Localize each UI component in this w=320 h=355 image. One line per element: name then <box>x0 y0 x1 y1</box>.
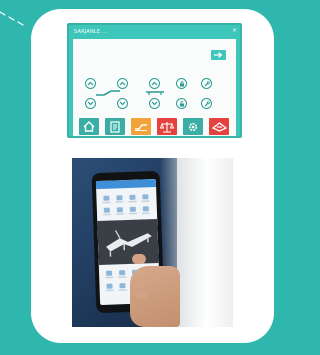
leg-up-button[interactable] <box>117 78 128 89</box>
bed-control-panel: SARJANLE ... × <box>67 23 242 138</box>
lock-icon <box>179 100 184 106</box>
bed-position-button[interactable] <box>131 118 151 135</box>
document-icon <box>110 120 120 133</box>
chevron-down-icon <box>151 101 158 106</box>
back-down-button[interactable] <box>85 98 96 109</box>
finger <box>135 290 148 299</box>
scale-icon <box>160 121 174 133</box>
chevron-up-icon <box>119 81 126 86</box>
settings-icon <box>188 122 198 131</box>
height-down-button[interactable] <box>149 98 160 109</box>
bed-alert-button[interactable] <box>209 118 229 135</box>
wrench-icon <box>204 100 210 106</box>
lock-icon <box>179 80 184 86</box>
leg-down-button[interactable] <box>117 98 128 109</box>
doctor-phone-photo <box>72 158 233 327</box>
close-icon[interactable]: × <box>232 27 237 34</box>
tool-button-top[interactable] <box>201 78 212 89</box>
pointer-line <box>0 11 24 26</box>
next-button[interactable] <box>211 50 226 60</box>
home-button[interactable] <box>79 118 99 135</box>
panel-toolbar <box>73 115 236 136</box>
settings-button[interactable] <box>183 118 203 135</box>
home-icon <box>83 121 95 132</box>
panel-body <box>73 39 236 136</box>
unlock-button[interactable] <box>176 98 187 109</box>
bed-height-icon <box>146 91 164 95</box>
tool-button-bottom[interactable] <box>201 98 212 109</box>
bed-position-icon <box>135 124 147 131</box>
document-button[interactable] <box>105 118 125 135</box>
height-up-button[interactable] <box>149 78 160 89</box>
panel-title: SARJANLE ... <box>74 29 108 35</box>
chevron-down-icon <box>119 101 126 106</box>
back-up-button[interactable] <box>85 78 96 89</box>
right-arrow-icon <box>214 52 223 58</box>
finger <box>132 254 146 264</box>
finger <box>134 278 147 287</box>
chevron-down-icon <box>87 101 94 106</box>
scale-button[interactable] <box>157 118 177 135</box>
chevron-up-icon <box>87 81 94 86</box>
doctor-coat <box>177 158 233 327</box>
bed-backrest-icon <box>96 90 120 96</box>
wrench-icon <box>204 80 210 86</box>
chevron-up-icon <box>151 81 158 86</box>
lock-button[interactable] <box>176 78 187 89</box>
bed-alert-icon <box>211 121 227 132</box>
